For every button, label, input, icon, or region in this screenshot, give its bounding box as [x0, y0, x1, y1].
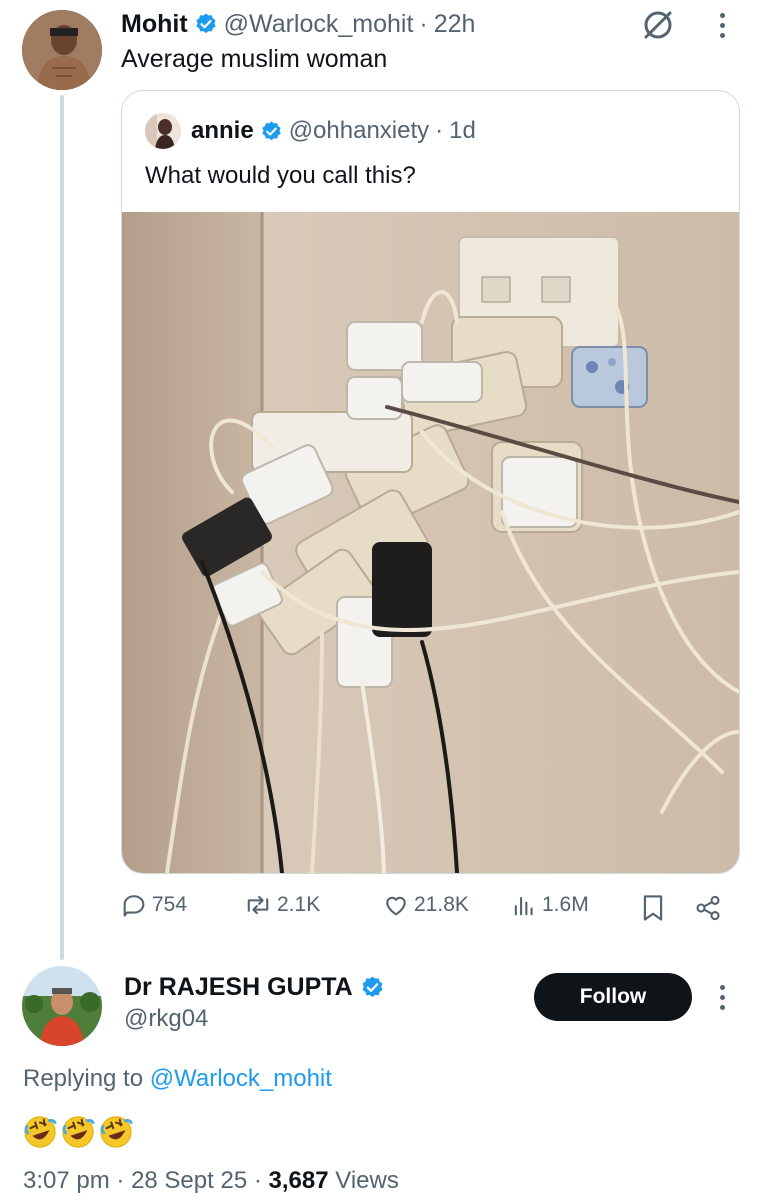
- verified-badge-icon: [196, 13, 216, 34]
- like-icon: [386, 896, 406, 916]
- dot-separator: ·: [435, 117, 444, 144]
- author-avatar-image: [22, 10, 102, 90]
- rolling-on-the-floor-laughing-icon: [62, 1116, 95, 1148]
- follow-button[interactable]: Follow: [534, 973, 692, 1021]
- reply-tweet-text: [23, 1115, 137, 1151]
- like-count: 21.8K: [414, 893, 469, 916]
- reply-timestamp-row: 3:07 pm · 28 Sept 25 · 3,687 Views: [23, 1167, 399, 1195]
- like-button[interactable]: 21.8K: [382, 891, 469, 919]
- replying-to-handle-link[interactable]: @Warlock_mohit: [150, 1065, 332, 1092]
- reply-button[interactable]: 754: [120, 891, 187, 919]
- grok-icon[interactable]: [641, 8, 675, 42]
- reply-count: 754: [152, 893, 188, 916]
- reply-views-count: 3,687: [268, 1167, 329, 1194]
- reply-date[interactable]: 28 Sept 25: [131, 1167, 247, 1194]
- reply-author-display-name[interactable]: Dr RAJESH GUPTA: [124, 973, 353, 1002]
- quoted-author-avatar-image: [145, 113, 181, 149]
- tweet-time-ago[interactable]: 22h: [434, 10, 476, 39]
- quoted-tweet-card[interactable]: annie @ohhanxiety · 1d What would you ca…: [121, 90, 740, 874]
- quoted-tweet-header: annie @ohhanxiety · 1d: [191, 115, 476, 147]
- tweet-action-bar: 754 2.1K 21.8K 1.6M: [120, 891, 740, 927]
- author-handle[interactable]: @Warlock_mohit: [224, 10, 414, 39]
- rolling-on-the-floor-laughing-icon: [24, 1116, 57, 1148]
- verified-badge-icon: [261, 120, 281, 140]
- reply-time[interactable]: 3:07 pm: [23, 1167, 110, 1194]
- share-icon[interactable]: [693, 894, 723, 922]
- verified-badge-icon: [362, 976, 383, 997]
- views-button[interactable]: 1.6M: [510, 891, 589, 919]
- quoted-tweet-text: What would you call this?: [145, 162, 416, 189]
- reply-author-handle[interactable]: @rkg04: [124, 1005, 208, 1033]
- dot-separator: ·: [116, 1167, 125, 1194]
- thread-connector-line: [60, 95, 64, 960]
- reply-author-avatar[interactable]: [22, 966, 102, 1046]
- reply-more-options-icon[interactable]: [720, 985, 726, 1015]
- rolling-on-the-floor-laughing-icon: [100, 1116, 133, 1148]
- dot-separator: ·: [419, 9, 428, 38]
- original-tweet-header: Mohit @Warlock_mohit · 22h: [121, 8, 475, 40]
- quoted-tweet-photo[interactable]: [122, 212, 739, 873]
- quoted-time-ago: 1d: [449, 117, 476, 144]
- bookmark-icon[interactable]: [639, 893, 667, 923]
- more-options-icon[interactable]: [720, 13, 726, 43]
- quoted-author-avatar: [145, 113, 181, 149]
- repost-icon: [247, 895, 269, 915]
- replying-to-line: Replying to @Warlock_mohit: [23, 1065, 332, 1093]
- reply-views-label: Views: [335, 1167, 399, 1194]
- views-icon: [514, 896, 533, 916]
- author-avatar[interactable]: [22, 10, 102, 90]
- replying-to-prefix: Replying to: [23, 1065, 150, 1092]
- dot-separator: ·: [253, 1167, 262, 1194]
- reply-author-name-row: Dr RAJESH GUPTA: [124, 971, 385, 1003]
- repost-count: 2.1K: [277, 893, 321, 916]
- quoted-display-name: annie: [191, 117, 254, 144]
- original-tweet-text: Average muslim woman: [121, 45, 388, 73]
- views-count: 1.6M: [542, 893, 589, 916]
- quoted-handle: @ohhanxiety: [288, 117, 430, 144]
- reply-author-avatar-image: [22, 966, 102, 1046]
- reply-icon: [123, 895, 145, 917]
- repost-button[interactable]: 2.1K: [243, 891, 320, 919]
- author-display-name[interactable]: Mohit: [121, 10, 188, 39]
